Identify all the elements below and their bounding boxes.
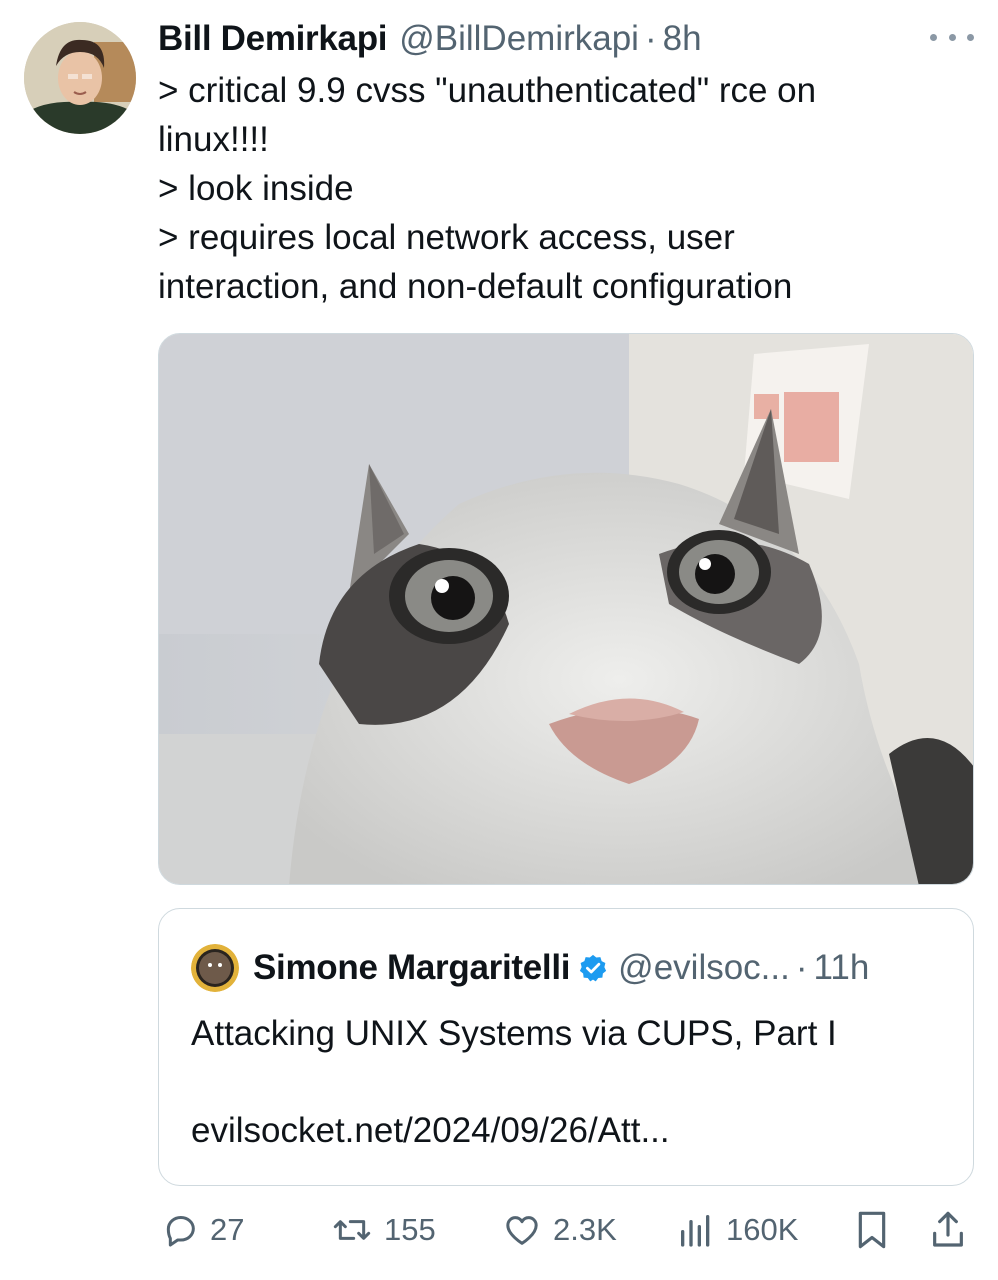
verified-badge-icon xyxy=(578,953,608,983)
cat-photo xyxy=(159,334,973,884)
reply-icon xyxy=(160,1210,200,1250)
quoted-tweet-link[interactable]: evilsocket.net/2024/09/26/Att... xyxy=(191,1106,670,1156)
reply-button[interactable]: 27 xyxy=(160,1200,244,1260)
share-button[interactable] xyxy=(928,1200,968,1260)
views-button[interactable]: 160K xyxy=(676,1200,798,1260)
quoted-avatar-image xyxy=(191,944,239,992)
bookmark-icon xyxy=(852,1208,892,1252)
author-display-name[interactable]: Bill Demirkapi xyxy=(158,19,388,59)
more-dots-icon[interactable] xyxy=(930,22,974,52)
heart-icon xyxy=(501,1210,543,1250)
like-count: 2.3K xyxy=(553,1212,617,1247)
retweet-button[interactable]: 155 xyxy=(330,1200,436,1260)
share-icon xyxy=(928,1208,968,1252)
author-avatar[interactable] xyxy=(24,22,136,134)
dot xyxy=(948,33,956,41)
tweet-header: Bill Demirkapi @BillDemirkapi · 8h xyxy=(158,14,702,64)
dot xyxy=(930,33,937,41)
quoted-header-separator: · xyxy=(795,948,808,987)
like-button[interactable]: 2.3K xyxy=(501,1200,617,1260)
quoted-author-handle[interactable]: @evilsoc... xyxy=(618,948,790,988)
tweet-text: > critical 9.9 cvss "unauthenticated" rc… xyxy=(158,66,958,311)
bookmark-button[interactable] xyxy=(852,1200,892,1260)
tweet-text-line: > look inside xyxy=(158,169,354,208)
views-icon xyxy=(676,1210,716,1250)
author-handle[interactable]: @BillDemirkapi xyxy=(399,19,639,59)
tweet-action-bar: 27 155 2.3K 160K xyxy=(158,1200,974,1260)
quoted-tweet[interactable]: Simone Margaritelli @evilsoc... · 11h At… xyxy=(158,908,974,1186)
dot xyxy=(967,33,974,41)
tweet-text-line: > requires local network access, user xyxy=(158,218,735,257)
quoted-tweet-text: Attacking UNIX Systems via CUPS, Part I xyxy=(191,1014,837,1053)
tweet-text-line: > critical 9.9 cvss "unauthenticated" rc… xyxy=(158,71,817,110)
quoted-author-display-name[interactable]: Simone Margaritelli xyxy=(253,948,570,988)
quoted-tweet-header: Simone Margaritelli @evilsoc... · 11h xyxy=(191,943,869,993)
quoted-tweet-timestamp[interactable]: 11h xyxy=(814,948,870,988)
retweet-icon xyxy=(330,1210,374,1250)
tweet-text-line: linux!!!! xyxy=(158,120,269,159)
tweet-media[interactable] xyxy=(158,333,974,885)
quoted-author-avatar[interactable] xyxy=(191,944,239,992)
header-separator: · xyxy=(644,19,657,58)
tweet-text-line: interaction, and non-default configurati… xyxy=(158,267,793,306)
avatar-image xyxy=(24,22,136,134)
views-count: 160K xyxy=(726,1212,799,1247)
tweet-timestamp[interactable]: 8h xyxy=(663,19,702,59)
retweet-count: 155 xyxy=(384,1212,436,1247)
reply-count: 27 xyxy=(210,1212,245,1247)
